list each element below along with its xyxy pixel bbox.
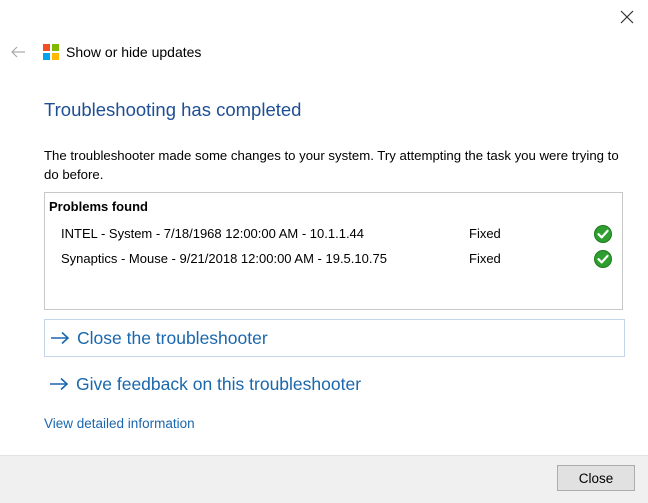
close-troubleshooter-label: Close the troubleshooter: [77, 327, 268, 348]
arrow-left-icon[interactable]: [10, 44, 26, 60]
view-detailed-information-link[interactable]: View detailed information: [44, 416, 195, 431]
footer-bar: Close: [0, 455, 648, 503]
green-checkmark-icon: [593, 224, 613, 244]
problem-status: Fixed: [469, 226, 501, 241]
give-feedback-link[interactable]: Give feedback on this troubleshooter: [44, 365, 625, 403]
close-troubleshooter-link[interactable]: Close the troubleshooter: [44, 319, 625, 357]
logo-yellow-square: [52, 53, 59, 60]
troubleshooter-window: Show or hide updates Troubleshooting has…: [0, 0, 648, 503]
problem-status: Fixed: [469, 251, 501, 266]
result-description: The troubleshooter made some changes to …: [44, 148, 619, 182]
logo-red-square: [43, 44, 50, 51]
green-checkmark-icon: [593, 249, 613, 269]
problems-title: Problems found: [49, 199, 148, 214]
problems-found-panel: Problems found INTEL - System - 7/18/196…: [44, 192, 623, 310]
logo-green-square: [52, 44, 59, 51]
problem-row: Synaptics - Mouse - 9/21/2018 12:00:00 A…: [61, 249, 613, 271]
arrow-right-icon: [49, 377, 69, 391]
arrow-right-icon: [50, 331, 70, 345]
page-heading: Troubleshooting has completed: [44, 99, 302, 120]
logo-blue-square: [43, 53, 50, 60]
close-icon[interactable]: [618, 8, 636, 26]
problem-row: INTEL - System - 7/18/1968 12:00:00 AM -…: [61, 224, 613, 246]
give-feedback-label: Give feedback on this troubleshooter: [76, 373, 362, 394]
close-button[interactable]: Close: [557, 465, 635, 491]
windows-logo-icon: [43, 44, 59, 60]
window-title: Show or hide updates: [66, 44, 202, 60]
problem-name: INTEL - System - 7/18/1968 12:00:00 AM -…: [61, 226, 365, 241]
problem-name: Synaptics - Mouse - 9/21/2018 12:00:00 A…: [61, 251, 387, 266]
title-bar: Show or hide updates: [10, 42, 201, 62]
